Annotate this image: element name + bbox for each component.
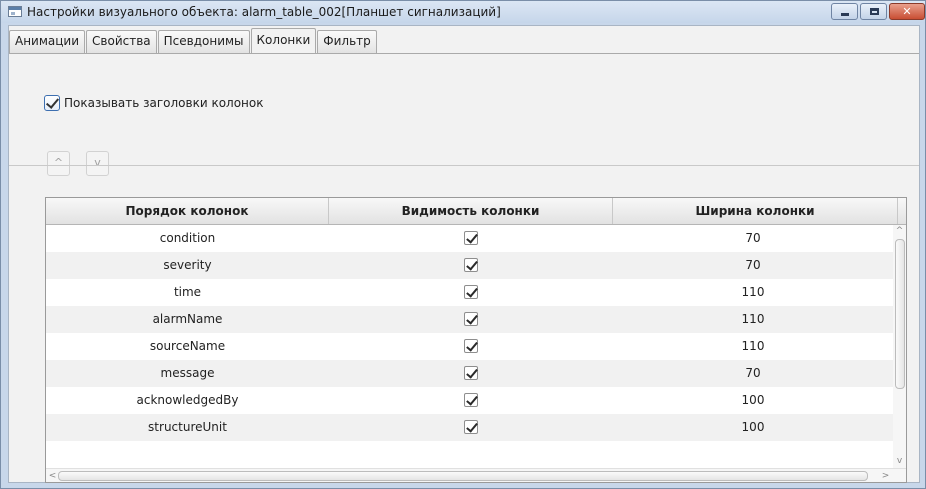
scroll-up-icon[interactable]: ^ <box>893 225 906 237</box>
column-name-cell[interactable]: alarmName <box>46 306 329 333</box>
visibility-cell[interactable] <box>329 306 613 333</box>
visibility-checkbox[interactable] <box>464 392 478 407</box>
visibility-cell[interactable] <box>329 333 613 360</box>
vertical-scroll-thumb[interactable] <box>895 239 905 389</box>
visibility-checkbox[interactable] <box>464 230 478 245</box>
table-header: Порядок колонок Видимость колонки Ширина… <box>46 198 906 225</box>
column-name-cell[interactable]: condition <box>46 225 329 252</box>
width-cell[interactable]: 70 <box>613 360 893 387</box>
visibility-cell[interactable] <box>329 414 613 441</box>
close-icon: ✕ <box>902 5 912 18</box>
window-icon <box>8 6 22 17</box>
tab-aliases[interactable]: Псевдонимы <box>157 30 250 53</box>
dialog-body: Анимации Свойства Псевдонимы Колонки Фил… <box>8 25 920 483</box>
move-down-button[interactable]: v <box>86 151 109 176</box>
maximize-button[interactable] <box>860 3 887 20</box>
window-title: Настройки визуального объекта: alarm_tab… <box>27 5 501 19</box>
column-name-cell[interactable]: sourceName <box>46 333 329 360</box>
tab-columns[interactable]: Колонки <box>250 28 317 53</box>
table-row[interactable]: acknowledgedBy 100 <box>46 387 893 414</box>
header-column-visibility[interactable]: Видимость колонки <box>329 198 613 224</box>
settings-window: Настройки визуального объекта: alarm_tab… <box>0 0 926 489</box>
vertical-scrollbar[interactable]: ^ v <box>893 225 906 468</box>
visibility-checkbox[interactable] <box>464 419 478 434</box>
scroll-down-icon[interactable]: v <box>893 455 906 467</box>
table-row[interactable]: alarmName 110 <box>46 306 893 333</box>
columns-table: Порядок колонок Видимость колонки Ширина… <box>45 197 907 483</box>
column-name-cell[interactable]: acknowledgedBy <box>46 387 329 414</box>
minimize-button[interactable] <box>831 3 858 20</box>
column-name-cell[interactable]: message <box>46 360 329 387</box>
table-row[interactable]: sourceName 110 <box>46 333 893 360</box>
visibility-checkbox[interactable] <box>464 284 478 299</box>
caret-up-icon: ^ <box>53 156 64 169</box>
horizontal-scrollbar[interactable]: < > <box>46 468 906 482</box>
tab-animations[interactable]: Анимации <box>9 30 86 53</box>
width-cell[interactable]: 100 <box>613 387 893 414</box>
column-name-cell[interactable]: time <box>46 279 329 306</box>
visibility-checkbox[interactable] <box>464 338 478 353</box>
visibility-checkbox[interactable] <box>464 311 478 326</box>
table-row[interactable]: condition 70 <box>46 225 893 252</box>
horizontal-scroll-thumb[interactable] <box>58 471 868 481</box>
close-button[interactable]: ✕ <box>889 3 925 20</box>
show-headers-checkbox[interactable] <box>44 95 60 111</box>
scroll-right-icon[interactable]: > <box>879 470 892 482</box>
table-row[interactable]: time 110 <box>46 279 893 306</box>
minimize-icon <box>841 13 849 16</box>
section-divider <box>9 165 919 166</box>
width-cell[interactable]: 70 <box>613 225 893 252</box>
table-row[interactable]: message 70 <box>46 360 893 387</box>
tab-filter[interactable]: Фильтр <box>317 30 377 53</box>
header-column-width[interactable]: Ширина колонки <box>613 198 898 224</box>
move-up-button[interactable]: ^ <box>47 151 70 176</box>
tab-divider <box>9 53 919 54</box>
width-cell[interactable]: 70 <box>613 252 893 279</box>
width-cell[interactable]: 100 <box>613 414 893 441</box>
width-cell[interactable]: 110 <box>613 333 893 360</box>
visibility-cell[interactable] <box>329 279 613 306</box>
visibility-cell[interactable] <box>329 225 613 252</box>
tab-strip: Анимации Свойства Псевдонимы Колонки Фил… <box>9 28 378 54</box>
visibility-checkbox[interactable] <box>464 365 478 380</box>
column-name-cell[interactable]: structureUnit <box>46 414 329 441</box>
width-cell[interactable]: 110 <box>613 279 893 306</box>
table-row[interactable]: structureUnit 100 <box>46 414 893 441</box>
visibility-cell[interactable] <box>329 387 613 414</box>
table-row[interactable]: severity 70 <box>46 252 893 279</box>
header-column-order[interactable]: Порядок колонок <box>46 198 329 224</box>
table-body: condition 70 severity 70 time 110 alarmN… <box>46 225 893 441</box>
maximize-icon <box>870 8 879 15</box>
visibility-cell[interactable] <box>329 252 613 279</box>
width-cell[interactable]: 110 <box>613 306 893 333</box>
tab-properties[interactable]: Свойства <box>86 30 157 53</box>
show-headers-label: Показывать заголовки колонок <box>64 96 264 110</box>
visibility-checkbox[interactable] <box>464 257 478 272</box>
visibility-cell[interactable] <box>329 360 613 387</box>
show-headers-option[interactable]: Показывать заголовки колонок <box>44 95 264 111</box>
caret-down-icon: v <box>94 156 101 169</box>
title-bar[interactable]: Настройки визуального объекта: alarm_tab… <box>1 1 925 23</box>
column-name-cell[interactable]: severity <box>46 252 329 279</box>
